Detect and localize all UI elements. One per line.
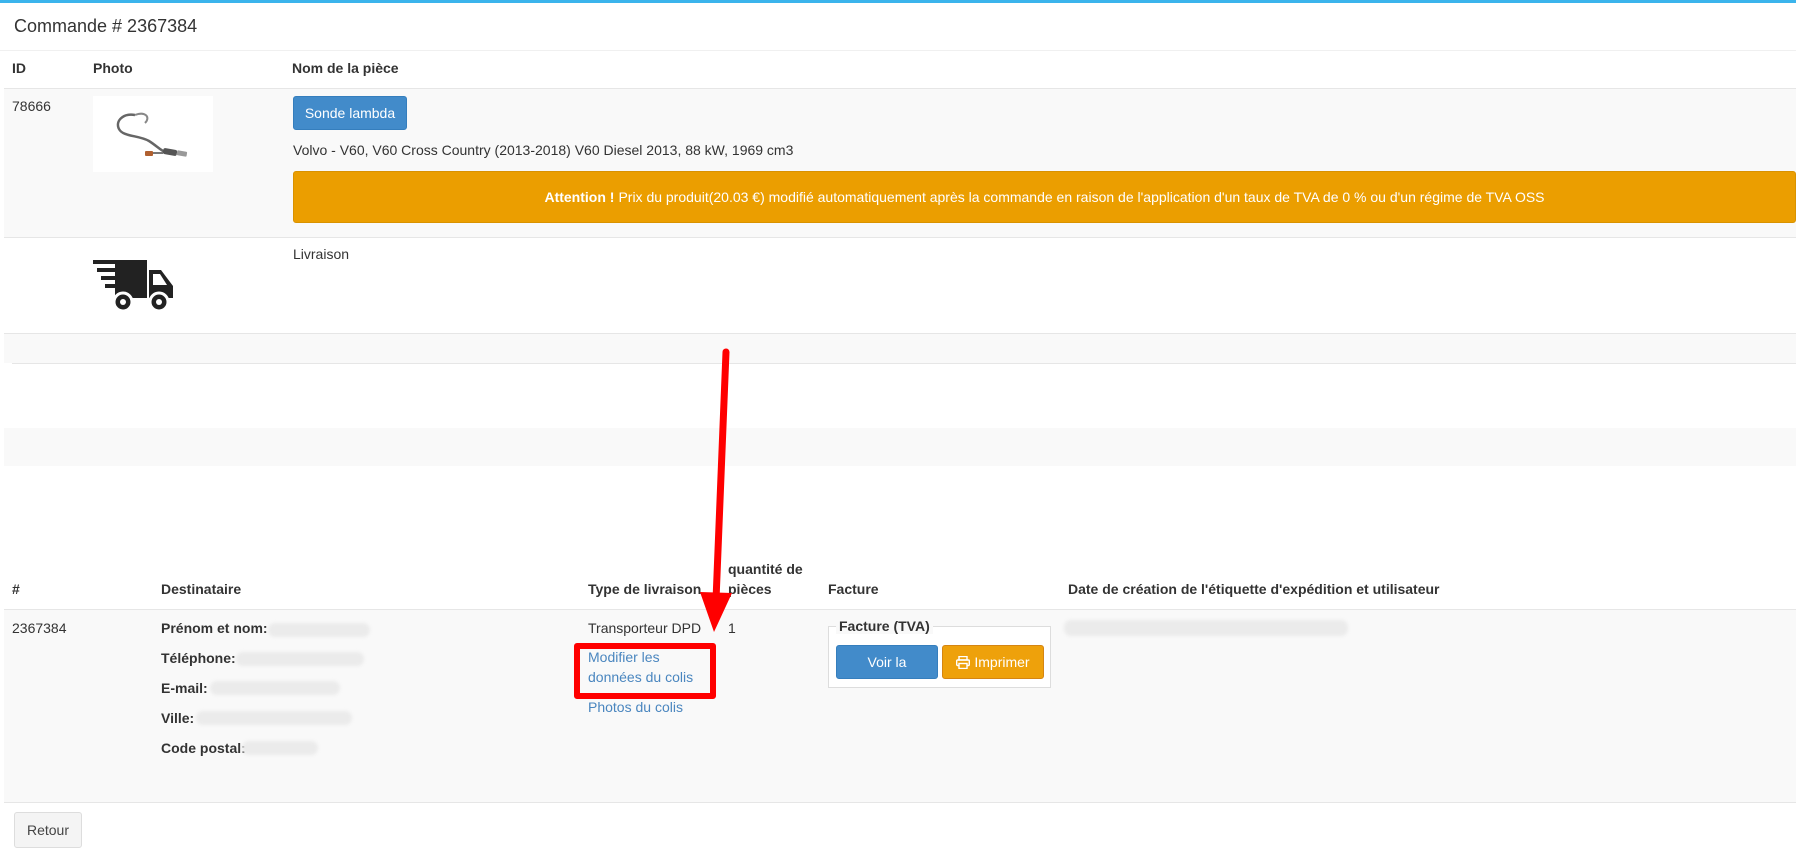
header-invoice: Facture bbox=[828, 581, 879, 597]
header-photo: Photo bbox=[93, 60, 133, 76]
annotation-highlight-box bbox=[574, 643, 716, 699]
redacted-postal bbox=[242, 741, 318, 755]
header-quantity-line1: quantité de bbox=[728, 561, 803, 577]
lambda-sensor-image bbox=[116, 112, 188, 157]
print-button-label: Imprimer bbox=[974, 654, 1030, 670]
redacted-city bbox=[196, 711, 352, 725]
back-button[interactable]: Retour bbox=[14, 812, 82, 848]
printer-icon bbox=[956, 655, 971, 669]
invoice-legend: Facture (TVA) bbox=[836, 618, 933, 634]
vehicle-description: Volvo - V60, V60 Cross Country (2013-201… bbox=[293, 142, 794, 158]
redacted-phone bbox=[236, 652, 364, 666]
header-delivery-type: Type de livraison bbox=[588, 581, 702, 597]
recipient-name-label: Prénom et nom: bbox=[161, 620, 268, 636]
redacted-email bbox=[210, 681, 340, 695]
recipient-phone-label: Téléphone: bbox=[161, 650, 236, 666]
delivery-label: Livraison bbox=[293, 246, 350, 262]
header-part-name: Nom de la pièce bbox=[292, 60, 399, 76]
alert-message: Prix du produit(20.03 €) modifié automat… bbox=[618, 189, 1545, 205]
empty-row bbox=[4, 428, 1796, 466]
redacted-name bbox=[268, 623, 370, 637]
header-id: ID bbox=[12, 60, 26, 76]
product-photo bbox=[93, 96, 213, 172]
header-label-date: Date de création de l'étiquette d'expédi… bbox=[1068, 581, 1440, 597]
header-number: # bbox=[12, 581, 20, 597]
header-quantity-line2: pièces bbox=[728, 581, 772, 597]
panel-top-border bbox=[0, 0, 1796, 8]
recipient-email-label: E-mail: bbox=[161, 680, 208, 696]
part-name-button[interactable]: Sonde lambda bbox=[293, 96, 407, 130]
parcel-photos-link[interactable]: Photos du colis bbox=[588, 697, 683, 717]
row-divider bbox=[4, 237, 1796, 238]
quantity-value: 1 bbox=[728, 620, 736, 636]
delivery-truck-icon bbox=[93, 258, 175, 314]
redacted-label-date bbox=[1064, 620, 1348, 636]
print-invoice-button[interactable]: Imprimer bbox=[942, 645, 1044, 679]
row-divider bbox=[12, 363, 1796, 364]
alert-strong-label: Attention ! bbox=[544, 189, 615, 205]
view-invoice-button[interactable]: Voir la bbox=[836, 645, 938, 679]
header-recipient: Destinataire bbox=[161, 581, 242, 597]
recipient-city-label: Ville: bbox=[161, 710, 195, 726]
empty-row bbox=[4, 333, 1796, 363]
title-divider bbox=[0, 50, 1796, 51]
vat-warning-alert: Attention ! Prix du produit(20.03 €) mod… bbox=[293, 171, 1796, 223]
carrier-name: Transporteur DPD bbox=[588, 620, 702, 636]
shipment-number: 2367384 bbox=[12, 620, 67, 636]
page-title: Commande # 2367384 bbox=[14, 16, 198, 36]
product-id: 78666 bbox=[12, 98, 51, 114]
recipient-postal-label: Code postal: bbox=[161, 740, 246, 756]
